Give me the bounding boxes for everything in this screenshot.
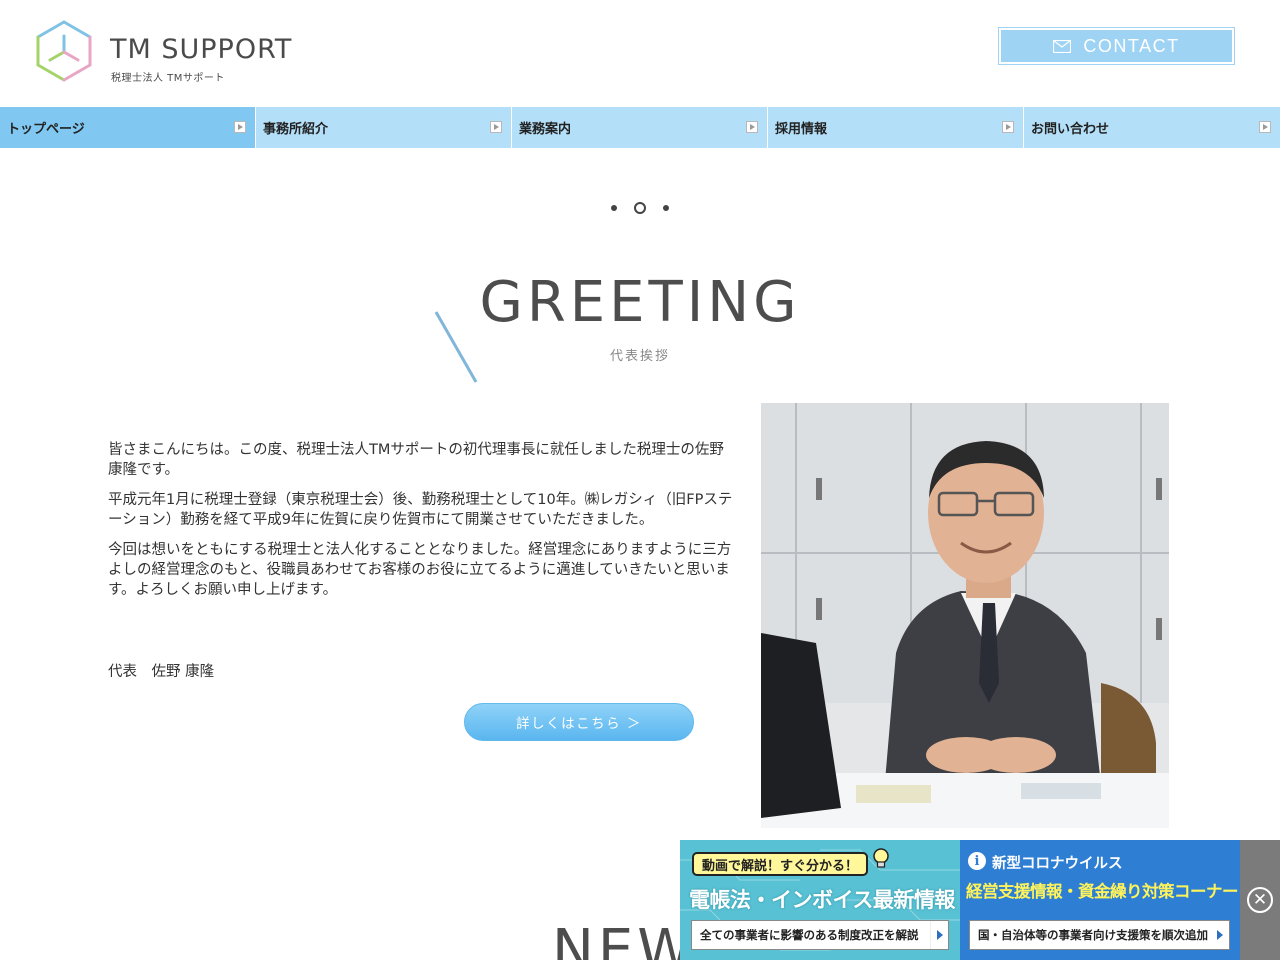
banner-covid[interactable]: i 新型コロナウイルス 経営支援情報・資金繰り対策コーナー 国・自治体等の事業者…: [960, 840, 1240, 960]
arrow-right-icon: [490, 121, 502, 133]
site-header: TM SUPPORT 税理士法人 TMサポート CONTACT: [0, 0, 1280, 107]
slider-dot-active[interactable]: [634, 202, 646, 214]
greeting-paragraph: 皆さまこんにちは。この度、税理士法人TMサポートの初代理事長に就任しました税理士…: [108, 442, 724, 478]
promo-banner: 動画で解説！すぐ分かる！ 電帳法・インボイス最新情報 全ての事業者に影響のある制…: [680, 840, 1280, 960]
nav-item-inquiry[interactable]: お問い合わせ: [1024, 107, 1280, 148]
nav-item-label: 業務案内: [519, 122, 572, 137]
logo-subtitle: 税理士法人 TMサポート: [111, 73, 225, 84]
logo-cube-icon: [36, 20, 92, 82]
greeting-paragraph: 今回は想いをともにする税理士と法人化することとなりました。経営理念にありますよう…: [108, 542, 732, 598]
slider-pagination: [608, 200, 672, 216]
slider-dot[interactable]: [663, 205, 669, 211]
triangle-right-icon: [930, 921, 948, 949]
close-icon[interactable]: ✕: [1247, 887, 1273, 913]
representative-photo: [761, 403, 1169, 828]
section-subtitle-greeting: 代表挨拶: [609, 349, 670, 364]
logo-title: TM SUPPORT: [110, 34, 293, 65]
arrow-right-icon: [234, 121, 246, 133]
banner-covid-title: 新型コロナウイルス: [992, 856, 1123, 872]
banner-covid-button[interactable]: 国・自治体等の事業者向け支援策を順次追加: [969, 920, 1230, 950]
greeting-text: 皆さまこんにちは。この度、税理士法人TMサポートの初代理事長に就任しました税理士…: [108, 440, 736, 610]
triangle-right-icon: [1211, 921, 1229, 949]
nav-item-recruit[interactable]: 採用情報: [768, 107, 1024, 148]
banner-invoice-button-label: 全ての事業者に影響のある制度改正を解説: [700, 928, 919, 942]
banner-invoice-headline: 電帳法・インボイス最新情報: [689, 888, 955, 912]
banner-invoice-button[interactable]: 全ての事業者に影響のある制度改正を解説: [691, 920, 949, 950]
banner-covid-button-label: 国・自治体等の事業者向け支援策を順次追加: [978, 928, 1208, 942]
mail-icon: [1053, 39, 1072, 53]
banner-invoice[interactable]: 動画で解説！すぐ分かる！ 電帳法・インボイス最新情報 全ての事業者に影響のある制…: [680, 840, 960, 960]
contact-button[interactable]: CONTACT: [998, 27, 1235, 65]
banner-video-tag: 動画で解説！すぐ分かる！: [692, 852, 869, 876]
slider-dot[interactable]: [611, 205, 617, 211]
arrow-right-icon: [746, 121, 758, 133]
greeting-detail-button[interactable]: 詳しくはこちら ＞: [464, 703, 694, 741]
nav-item-top[interactable]: トップページ: [0, 107, 256, 148]
info-icon: i: [968, 852, 986, 870]
nav-item-services[interactable]: 業務案内: [512, 107, 768, 148]
section-title-greeting: GREETING: [479, 270, 801, 335]
banner-close-area: ✕: [1240, 840, 1280, 960]
nav-item-label: お問い合わせ: [1031, 122, 1110, 137]
greeting-paragraph: 平成元年1月に税理士登録（東京税理士会）後、勤務税理士として10年。㈱レガシィ（…: [108, 492, 733, 528]
arrow-right-icon: [1002, 121, 1014, 133]
nav-item-label: 採用情報: [775, 122, 828, 137]
nav-item-label: トップページ: [7, 122, 85, 137]
banner-covid-headline: 経営支援情報・資金繰り対策コーナー: [966, 882, 1239, 901]
lightbulb-icon: [873, 848, 889, 868]
arrow-right-icon: [1259, 121, 1271, 133]
site-logo[interactable]: TM SUPPORT 税理士法人 TMサポート: [32, 18, 302, 90]
global-nav: トップページ 事務所紹介 業務案内 採用情報 お問い合わせ: [0, 107, 1280, 148]
greeting-signature: 代表 佐野 康隆: [108, 664, 215, 680]
contact-label: CONTACT: [1083, 35, 1180, 56]
nav-item-office[interactable]: 事務所紹介: [256, 107, 512, 148]
nav-item-label: 事務所紹介: [263, 122, 329, 137]
